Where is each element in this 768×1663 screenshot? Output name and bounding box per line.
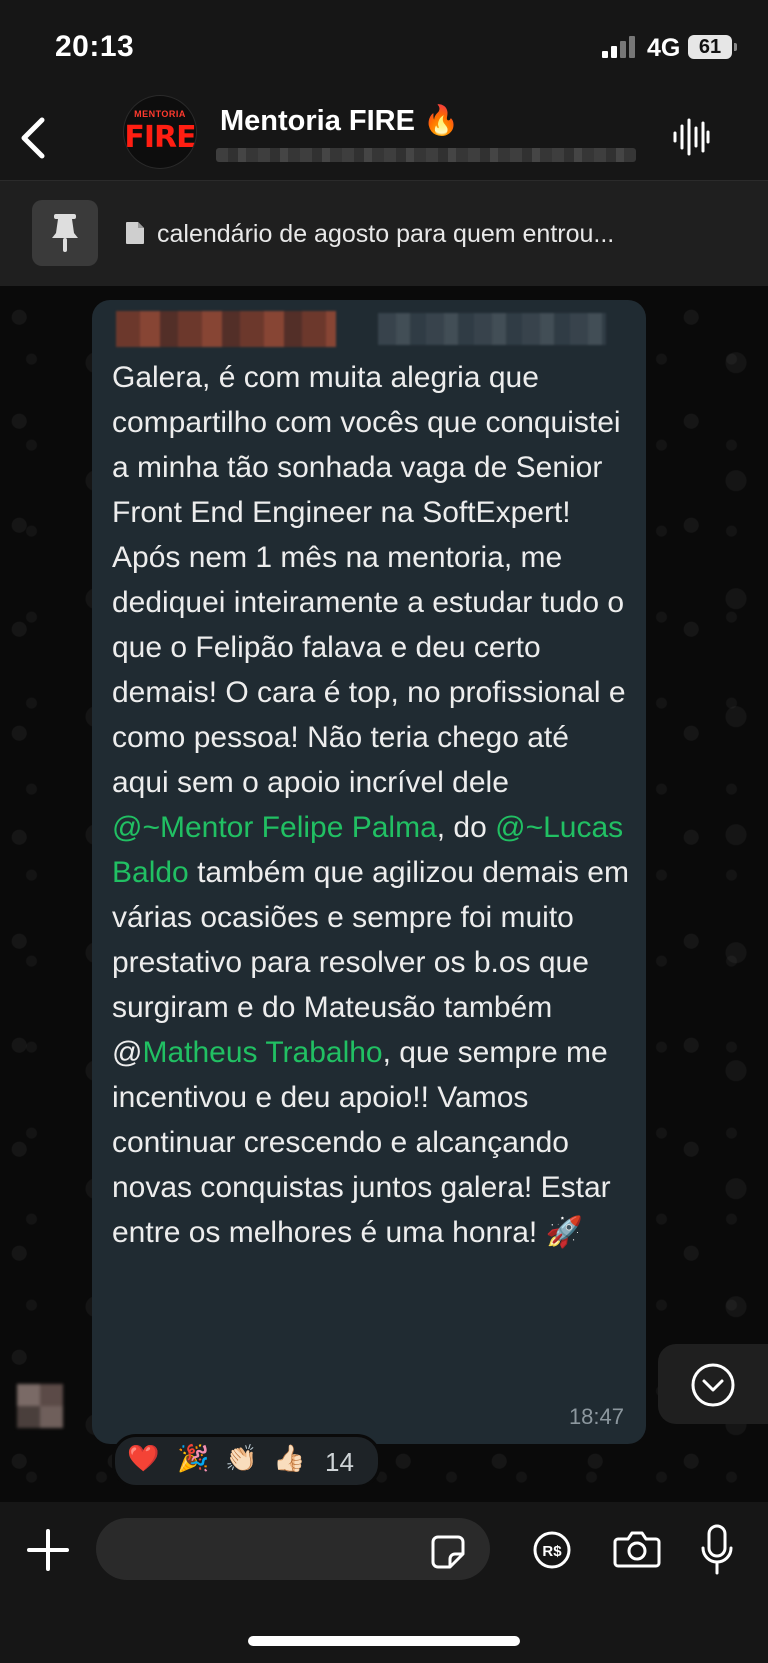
pin-button[interactable]: [32, 200, 98, 266]
plus-icon[interactable]: [26, 1528, 70, 1572]
mention-link[interactable]: Matheus Trabalho: [142, 1036, 382, 1069]
voice-chat-icon[interactable]: [672, 116, 710, 158]
group-avatar[interactable]: MENTORIA FIRE: [124, 96, 196, 168]
chevron-down-icon: [691, 1363, 735, 1407]
sticker-icon[interactable]: [430, 1534, 466, 1570]
reaction-emoji: 🎉: [177, 1443, 210, 1473]
pin-icon: [52, 214, 78, 252]
back-arrow-icon[interactable]: [14, 108, 54, 168]
mention-link[interactable]: @~Mentor Felipe Palma: [112, 811, 437, 844]
svg-text:R$: R$: [542, 1543, 562, 1560]
network-label: 4G: [647, 34, 681, 62]
microphone-icon[interactable]: [700, 1524, 734, 1576]
message-segment: Galera, é com muita alegria que comparti…: [112, 361, 626, 799]
home-indicator: [248, 1636, 520, 1646]
avatar-logo-small: MENTORIA: [134, 109, 186, 119]
members-list-blurred: [216, 148, 636, 162]
sender-name-blurred: [116, 311, 606, 347]
message-time: 18:47: [568, 1404, 624, 1429]
status-time: 20:13: [55, 30, 135, 63]
reaction-emoji: 👍🏻: [273, 1443, 306, 1473]
message-bubble[interactable]: Galera, é com muita alegria que comparti…: [92, 300, 646, 1444]
reaction-count: 14: [325, 1447, 354, 1477]
reaction-emoji: ❤️: [127, 1443, 160, 1473]
chat-area[interactable]: Galera, é com muita alegria que comparti…: [0, 286, 768, 1502]
chat-header: MENTORIA FIRE Mentoria FIRE 🔥: [0, 96, 768, 180]
battery-icon: 61: [688, 35, 737, 59]
scroll-to-bottom-button[interactable]: [658, 1344, 768, 1424]
status-bar: 20:13 4G 61: [0, 0, 768, 96]
signal-icon: [602, 36, 640, 58]
avatar-logo-big: FIRE: [124, 120, 196, 155]
reactions-bar[interactable]: ❤️ 🎉 👏🏻 👍🏻 14: [112, 1434, 381, 1488]
camera-icon[interactable]: [613, 1529, 661, 1569]
pinned-message-bar[interactable]: calendário de agosto para quem entrou...: [0, 180, 768, 287]
group-title[interactable]: Mentoria FIRE 🔥: [220, 104, 459, 138]
pinned-message-text: calendário de agosto para quem entrou...: [157, 220, 615, 248]
sender-avatar-blurred[interactable]: [17, 1384, 63, 1428]
reaction-emoji: 👏🏻: [225, 1443, 258, 1473]
payment-icon[interactable]: R$: [532, 1530, 572, 1570]
message-segment: , do: [436, 811, 496, 844]
document-icon: [126, 222, 144, 244]
message-text: Galera, é com muita alegria que comparti…: [112, 355, 632, 1255]
composer-bar: R$: [0, 1502, 768, 1663]
